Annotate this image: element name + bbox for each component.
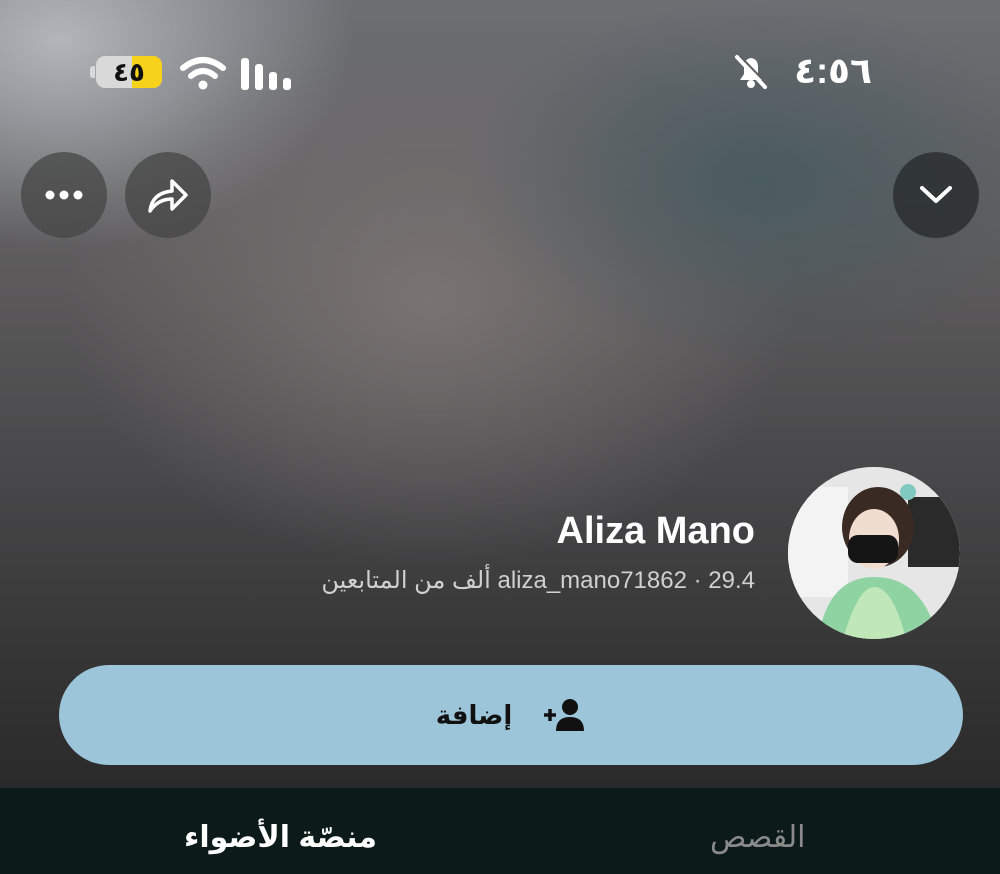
share-button[interactable]	[125, 152, 211, 238]
add-friend-button[interactable]: إضافة	[59, 665, 963, 765]
display-name: Aliza Mano	[556, 510, 755, 552]
tab-spotlight[interactable]: منصّة الأضواء	[184, 820, 377, 855]
share-arrow-icon	[148, 179, 188, 213]
battery-nub	[90, 66, 95, 78]
username-followers: aliza_mano71862 · 29.4 ألف من المتابعين	[321, 567, 755, 594]
add-friend-icon	[544, 699, 585, 731]
bell-slash-icon	[735, 55, 768, 89]
signal-icon	[241, 58, 291, 90]
avatar-photo	[788, 467, 960, 639]
status-time: ٤:٥٦	[794, 50, 872, 91]
ellipsis-icon	[45, 190, 83, 200]
chevron-down-icon	[920, 186, 952, 203]
more-options-button[interactable]	[21, 152, 107, 238]
battery-icon: ٤٥	[96, 56, 162, 88]
collapse-button[interactable]	[893, 152, 979, 238]
wifi-icon	[180, 57, 226, 90]
tab-bar: منصّة الأضواء القصص	[0, 788, 1000, 874]
tab-stories[interactable]: القصص	[710, 820, 805, 855]
add-button-label: إضافة	[435, 699, 513, 730]
avatar[interactable]	[788, 467, 960, 639]
battery-percent: ٤٥	[113, 57, 145, 87]
